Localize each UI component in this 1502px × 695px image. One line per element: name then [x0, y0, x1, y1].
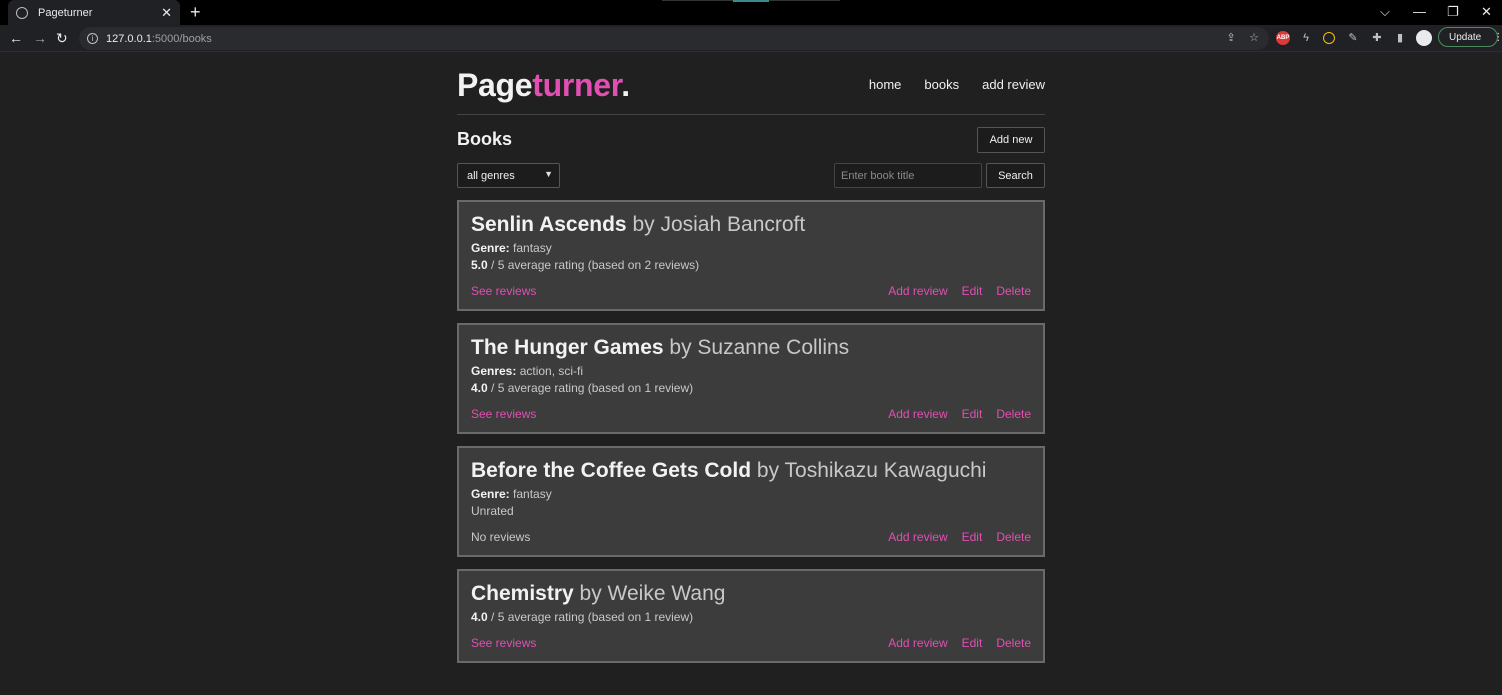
- site-nav: home books add review: [869, 77, 1045, 92]
- chevron-down-icon: ▼: [544, 169, 553, 179]
- forward-icon[interactable]: →: [33, 29, 47, 47]
- side-panel-icon[interactable]: ▮: [1393, 31, 1407, 45]
- restore-icon[interactable]: ❐: [1447, 4, 1459, 20]
- book-card: The Hunger Games by Suzanne Collins Genr…: [457, 323, 1045, 434]
- minimize-icon[interactable]: —: [1413, 4, 1426, 19]
- book-actions: Add review Edit Delete: [888, 636, 1031, 650]
- book-rating: 5.0 / 5 average rating (based on 2 revie…: [471, 258, 700, 272]
- book-title: Before the Coffee Gets Cold: [471, 459, 752, 482]
- site-info-icon[interactable]: i: [87, 33, 98, 44]
- tab-title: Pageturner: [38, 6, 93, 19]
- book-title: Chemistry: [471, 582, 574, 605]
- tabstrip-indicator: [733, 0, 769, 2]
- update-button[interactable]: Update ⋮: [1438, 27, 1502, 47]
- nav-books[interactable]: books: [924, 77, 959, 92]
- search-button[interactable]: Search: [986, 163, 1045, 188]
- address-bar[interactable]: i 127.0.0.1:5000/books: [79, 27, 1269, 50]
- book-author: by Weike Wang: [579, 582, 726, 605]
- share-icon[interactable]: ⇪: [1224, 31, 1238, 45]
- browser-tabstrip: Pageturner ✕ + ⌵ — ❐ ✕: [0, 0, 1502, 25]
- nav-home[interactable]: home: [869, 77, 902, 92]
- see-reviews-link[interactable]: See reviews: [471, 407, 536, 421]
- book-unrated: Unrated: [471, 504, 514, 518]
- norton-icon[interactable]: [1323, 32, 1335, 44]
- delete-link[interactable]: Delete: [996, 530, 1031, 544]
- book-heading: Before the Coffee Gets Cold by Toshikazu…: [471, 459, 986, 483]
- update-label: Update: [1449, 31, 1482, 43]
- edit-link[interactable]: Edit: [962, 636, 983, 650]
- book-actions: Add review Edit Delete: [888, 530, 1031, 544]
- book-actions: Add review Edit Delete: [888, 284, 1031, 298]
- adblock-icon[interactable]: ABP: [1276, 31, 1290, 45]
- extension-bolt-icon[interactable]: ϟ: [1299, 31, 1313, 45]
- book-title: The Hunger Games: [471, 336, 664, 359]
- book-author: by Toshikazu Kawaguchi: [756, 459, 987, 482]
- delete-link[interactable]: Delete: [996, 636, 1031, 650]
- book-title: Senlin Ascends: [471, 213, 627, 236]
- add-review-link[interactable]: Add review: [888, 407, 947, 421]
- book-author: by Josiah Bancroft: [632, 213, 806, 236]
- book-actions: Add review Edit Delete: [888, 407, 1031, 421]
- add-new-button[interactable]: Add new: [977, 127, 1045, 153]
- book-rating: 4.0 / 5 average rating (based on 1 revie…: [471, 610, 694, 624]
- bookmark-star-icon[interactable]: ☆: [1247, 31, 1261, 45]
- book-heading: Senlin Ascends by Josiah Bancroft: [471, 213, 805, 237]
- nav-add-review[interactable]: add review: [982, 77, 1045, 92]
- genre-select-value: all genres: [467, 169, 515, 182]
- edit-link[interactable]: Edit: [962, 407, 983, 421]
- see-reviews-link[interactable]: See reviews: [471, 636, 536, 650]
- add-review-link[interactable]: Add review: [888, 530, 947, 544]
- genre-select[interactable]: all genres ▼: [457, 163, 560, 188]
- notes-extension-icon[interactable]: ✎: [1346, 31, 1360, 45]
- tab-search-chevron-icon[interactable]: ⌵: [1380, 4, 1390, 20]
- browser-tab[interactable]: Pageturner ✕: [8, 0, 180, 25]
- close-window-icon[interactable]: ✕: [1481, 4, 1492, 20]
- browser-toolbar: ← → ↻ i 127.0.0.1:5000/books ⇪ ☆ ABP ϟ ✎…: [0, 25, 1502, 52]
- edit-link[interactable]: Edit: [962, 530, 983, 544]
- book-genres: Genres: action, sci-fi: [471, 364, 584, 378]
- reload-icon[interactable]: ↻: [56, 29, 68, 47]
- delete-link[interactable]: Delete: [996, 284, 1031, 298]
- close-tab-icon[interactable]: ✕: [161, 5, 172, 21]
- no-reviews-text: No reviews: [471, 530, 531, 544]
- search-input[interactable]: Enter book title: [834, 163, 982, 188]
- add-review-link[interactable]: Add review: [888, 636, 947, 650]
- menu-dots-icon: ⋮: [1493, 31, 1502, 43]
- book-card: Senlin Ascends by Josiah Bancroft Genre:…: [457, 200, 1045, 311]
- content-container: Pageturner. home books add review Books …: [457, 53, 1045, 663]
- url-text: 127.0.0.1:5000/books: [106, 32, 212, 45]
- profile-avatar[interactable]: [1416, 30, 1432, 46]
- page-title: Books: [457, 129, 513, 149]
- book-heading: Chemistry by Weike Wang: [471, 582, 725, 606]
- edit-link[interactable]: Edit: [962, 284, 983, 298]
- delete-link[interactable]: Delete: [996, 407, 1031, 421]
- book-heading: The Hunger Games by Suzanne Collins: [471, 336, 849, 360]
- page-body: Pageturner. home books add review Books …: [0, 53, 1502, 695]
- extensions-puzzle-icon[interactable]: ✚: [1370, 31, 1384, 45]
- back-icon[interactable]: ←: [9, 29, 23, 47]
- book-card: Chemistry by Weike Wang 4.0 / 5 average …: [457, 569, 1045, 663]
- book-genres: Genre: fantasy: [471, 241, 552, 255]
- book-author: by Suzanne Collins: [669, 336, 850, 359]
- books-titlebar: Books Add new: [457, 115, 1045, 163]
- book-genres: Genre: fantasy: [471, 487, 552, 501]
- book-rating: 4.0 / 5 average rating (based on 1 revie…: [471, 381, 694, 395]
- globe-icon: [16, 6, 28, 19]
- new-tab-icon[interactable]: +: [190, 3, 201, 21]
- site-header: Pageturner. home books add review: [457, 53, 1045, 115]
- filter-bar: all genres ▼ Enter book title Search: [457, 163, 1045, 199]
- add-review-link[interactable]: Add review: [888, 284, 947, 298]
- see-reviews-link[interactable]: See reviews: [471, 284, 536, 298]
- site-logo[interactable]: Pageturner.: [457, 67, 630, 104]
- book-card: Before the Coffee Gets Cold by Toshikazu…: [457, 446, 1045, 557]
